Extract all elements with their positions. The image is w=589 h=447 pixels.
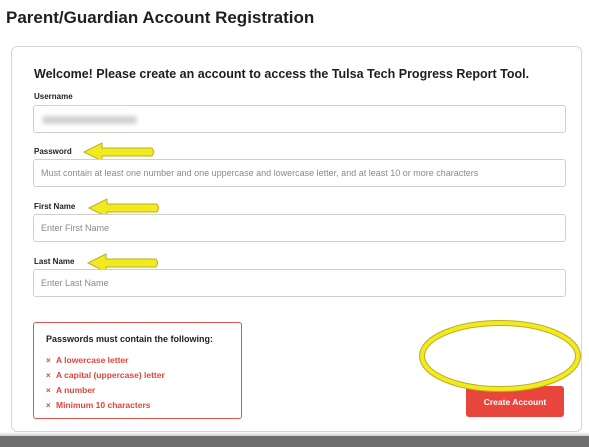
requirements-title: Passwords must contain the following: [46, 334, 214, 344]
password-requirements-box: Passwords must contain the following: × A… [33, 322, 242, 419]
registration-card: Welcome! Please create an account to acc… [11, 46, 582, 432]
username-input[interactable] [33, 105, 566, 133]
username-obscured-value [34, 106, 144, 134]
first-name-label: First Name [34, 202, 76, 211]
username-label: Username [34, 92, 73, 101]
page-title: Parent/Guardian Account Registration [6, 8, 315, 27]
welcome-message: Welcome! Please create an account to acc… [34, 67, 530, 81]
password-label: Password [34, 147, 72, 156]
x-mark-icon: × [46, 356, 51, 365]
page-bottom-bar [0, 436, 589, 447]
create-account-button[interactable]: Create Account [466, 386, 564, 417]
requirement-item: × A lowercase letter [46, 353, 165, 368]
requirement-item: × A capital (uppercase) letter [46, 368, 165, 383]
requirement-item: × A number [46, 383, 165, 398]
first-name-input[interactable] [33, 214, 566, 242]
last-name-input[interactable] [33, 269, 566, 297]
last-name-label: Last Name [34, 257, 75, 266]
password-input[interactable] [33, 159, 566, 187]
x-mark-icon: × [46, 401, 51, 410]
requirements-list: × A lowercase letter × A capital (uppercas… [46, 353, 165, 413]
x-mark-icon: × [46, 386, 51, 395]
x-mark-icon: × [46, 371, 51, 380]
requirement-item: × Minimum 10 characters [46, 398, 165, 413]
registration-page: Parent/Guardian Account Registration Wel… [0, 0, 589, 447]
